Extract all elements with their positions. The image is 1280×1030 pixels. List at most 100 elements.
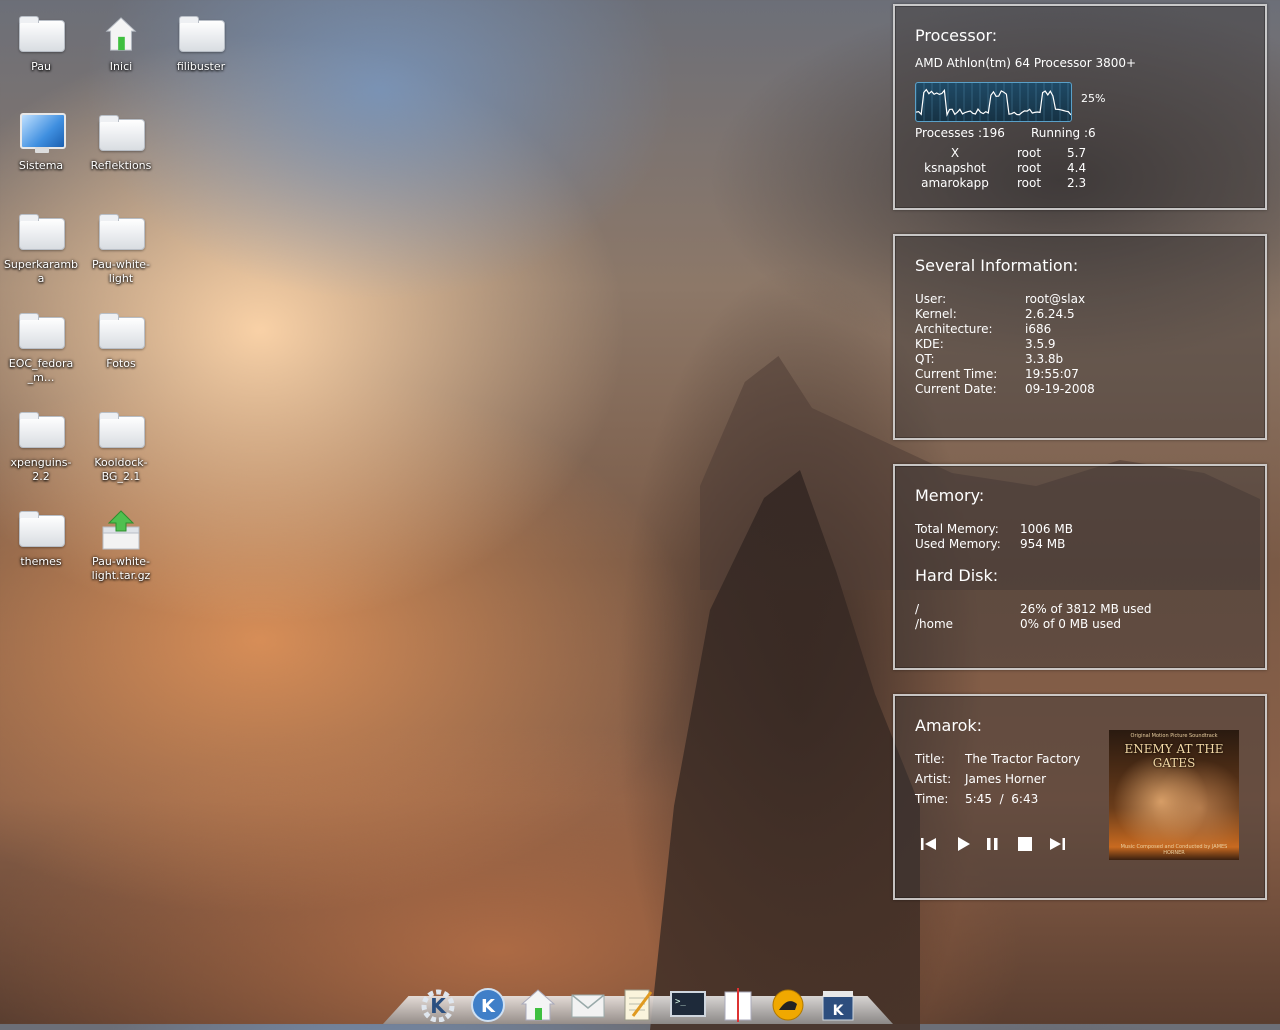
kde-logo-icon[interactable]: K [469, 986, 507, 1022]
hard-disk-title: Hard Disk: [915, 566, 999, 585]
time-label: Time: [915, 792, 949, 806]
desktop-icon-label: Fotos [106, 357, 136, 370]
processes-label: Processes : [915, 126, 983, 140]
desktop-icon-label: Inici [109, 60, 133, 73]
top-process-user: root [1017, 176, 1042, 190]
terminal-icon[interactable]: >_ [669, 986, 707, 1022]
desktop-icon-eoc-fedora[interactable]: EOC_fedora_m... [1, 311, 81, 385]
album-title: ENEMY AT THE GATES [1124, 742, 1224, 770]
top-process-cpu: 2.3 [1067, 176, 1087, 190]
desktop-icon-xpenguins[interactable]: xpenguins-2.2 [1, 410, 81, 484]
notes-icon[interactable] [719, 986, 757, 1022]
home-icon [97, 14, 145, 54]
info-label: User: [915, 292, 947, 306]
system-info-title: Several Information: [915, 256, 1079, 275]
kde-menu-icon[interactable]: K [419, 986, 457, 1022]
computer-icon [17, 113, 66, 153]
svg-text:K: K [833, 1003, 845, 1019]
info-value: i686 [1025, 322, 1052, 336]
desktop-icon-label: EOC_fedora_m... [8, 357, 74, 384]
kde-clapper-icon[interactable]: K [819, 986, 857, 1022]
desktop-icon-label: Sistema [18, 159, 64, 172]
info-value: root@slax [1025, 292, 1086, 306]
desktop-icon-themes[interactable]: themes [1, 509, 81, 569]
folder-icon [17, 212, 65, 252]
memory-panel: Memory: Total Memory: 1006 MB Used Memor… [893, 464, 1267, 670]
disk-mount: / [915, 602, 920, 616]
desktop-icon-label: Superkaramba [3, 258, 79, 285]
folder-icon [97, 113, 145, 153]
info-value: 3.3.8b [1025, 352, 1064, 366]
processor-title: Processor: [915, 26, 998, 45]
amarok-panel: Amarok: Title: The Tractor Factory Artis… [893, 694, 1267, 900]
top-process-name: amarokapp [921, 176, 989, 190]
previous-track-button[interactable] [919, 836, 939, 852]
cpu-load-graph [915, 82, 1072, 122]
svg-text:K: K [481, 996, 496, 1017]
folder-icon [177, 14, 225, 54]
desktop-icon-sistema[interactable]: Sistema [1, 113, 81, 173]
info-value: 19:55:07 [1025, 367, 1079, 381]
desktop-icon-label: Reflektions [90, 159, 152, 172]
info-value: 2.6.24.5 [1025, 307, 1075, 321]
folder-icon [17, 311, 65, 351]
info-value: 3.5.9 [1025, 337, 1056, 351]
info-label: Architecture: [915, 322, 993, 336]
track-title-label: Title: [915, 752, 945, 766]
album-credit: Music Composed and Conducted by JAMES HO… [1120, 844, 1228, 856]
processor-panel: Processor: AMD Athlon(tm) 64 Processor 3… [893, 4, 1267, 210]
desktop-icon-label: Kooldock-BG_2.1 [94, 456, 148, 483]
stop-button[interactable] [1015, 836, 1035, 852]
album-cover: Original Motion Picture Soundtrack ENEMY… [1109, 730, 1239, 860]
kooldock-bar: K K >_ K [383, 986, 893, 1024]
top-process-user: root [1017, 146, 1042, 160]
total-memory-label: Total Memory: [915, 522, 999, 536]
used-memory-value: 954 MB [1020, 537, 1066, 551]
archive-icon [97, 509, 145, 550]
processor-model: AMD Athlon(tm) 64 Processor 3800+ [915, 56, 1137, 70]
folder-icon [97, 212, 145, 252]
processes-count: Processes :196 [915, 126, 1005, 140]
memory-title: Memory: [915, 486, 985, 505]
update-icon[interactable] [769, 986, 807, 1022]
desktop-icon-fotos[interactable]: Fotos [81, 311, 161, 371]
time-separator: / [999, 792, 1004, 806]
desktop-icon-filibuster[interactable]: filibuster [161, 14, 241, 74]
folder-icon [17, 509, 65, 549]
desktop-icon-pau[interactable]: Pau [1, 14, 81, 74]
folder-icon [97, 311, 145, 351]
desktop-icon-inici[interactable]: Inici [81, 14, 161, 74]
album-subtitle: Original Motion Picture Soundtrack [1130, 733, 1218, 739]
pause-button[interactable] [983, 836, 1003, 852]
desktop-icon-pau-white-light-tar[interactable]: Pau-white-light.tar.gz [81, 509, 161, 583]
desktop-icon-reflektions[interactable]: Reflektions [81, 113, 161, 173]
desktop-icon-pau-white-light[interactable]: Pau-white-light [81, 212, 161, 286]
folder-icon [17, 14, 65, 54]
desktop-icon-label: themes [20, 555, 62, 568]
artist-label: Artist: [915, 772, 952, 786]
top-process-cpu: 5.7 [1067, 146, 1087, 160]
info-label: Current Date: [915, 382, 997, 396]
track-title-value: The Tractor Factory [965, 752, 1081, 766]
running-label: Running : [1031, 126, 1089, 140]
processes-value: 196 [982, 126, 1005, 140]
desktop-icon-label: Pau [31, 60, 51, 73]
running-count: Running :6 [1031, 126, 1096, 140]
total-time: 6:43 [1011, 792, 1039, 806]
desktop-icon-kooldock[interactable]: Kooldock-BG_2.1 [81, 410, 161, 484]
text-editor-icon[interactable] [619, 986, 657, 1022]
info-label: KDE: [915, 337, 944, 351]
play-button[interactable] [953, 836, 973, 852]
mail-icon[interactable] [569, 986, 607, 1022]
disk-usage: 26% of 3812 MB used [1020, 602, 1152, 616]
info-label: QT: [915, 352, 935, 366]
top-process-name: X [950, 146, 960, 160]
system-info-panel: Several Information: User: root@slax Ker… [893, 234, 1267, 440]
info-value: 09-19-2008 [1025, 382, 1095, 396]
home-icon[interactable] [519, 986, 557, 1022]
cpu-load-percent: 25% [1081, 92, 1106, 105]
folder-icon [17, 410, 65, 450]
desktop-icon-superkaramba[interactable]: Superkaramba [1, 212, 81, 286]
next-track-button[interactable] [1047, 836, 1067, 852]
total-memory-value: 1006 MB [1020, 522, 1073, 536]
